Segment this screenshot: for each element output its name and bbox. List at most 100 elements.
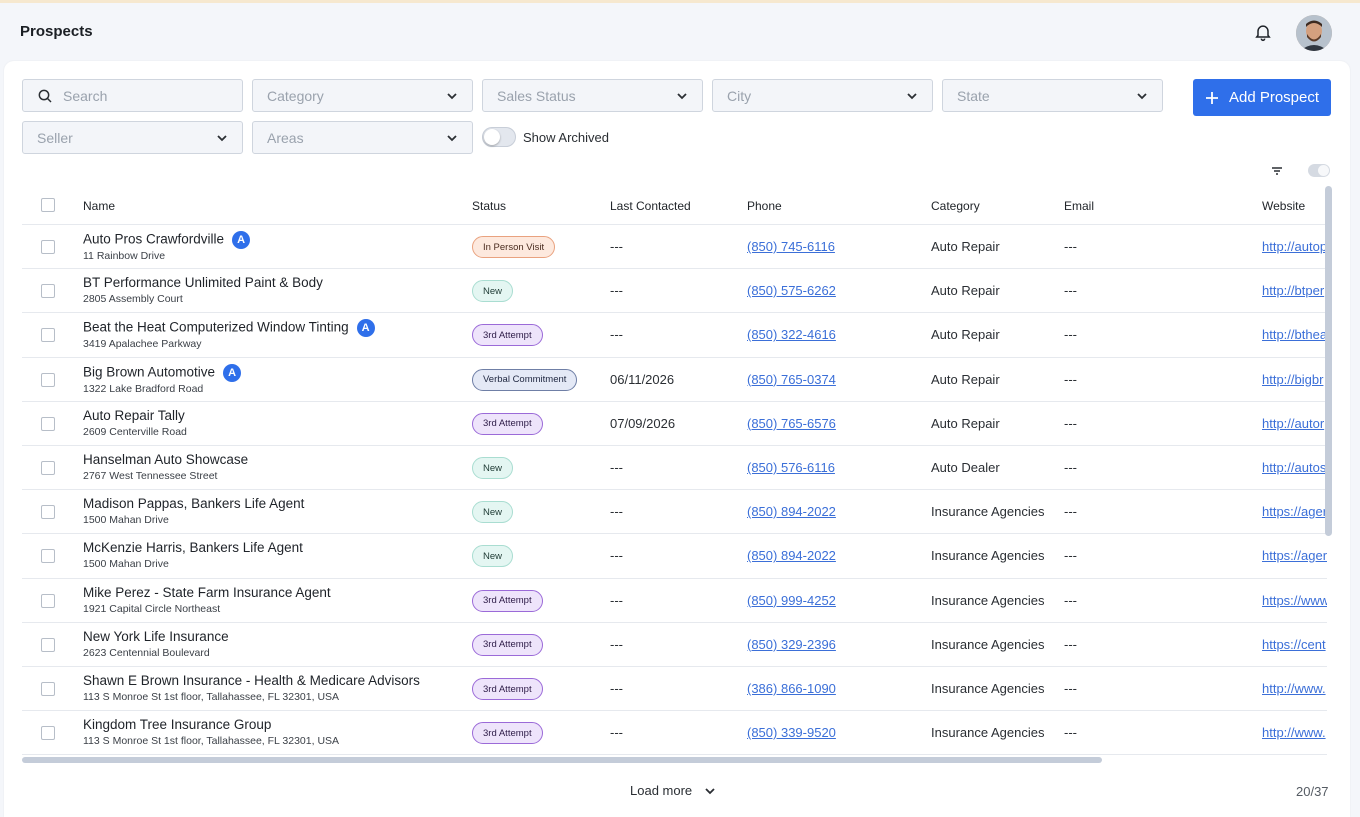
row-checkbox[interactable] (41, 372, 55, 387)
load-more-button[interactable]: Load more (630, 783, 716, 798)
areas-select[interactable]: Areas (252, 121, 473, 154)
table-row[interactable]: Auto Repair Tally 2609 Centerville Road 3r… (22, 402, 1327, 446)
website-link[interactable]: https://cent (1262, 637, 1326, 652)
row-checkbox[interactable] (41, 637, 55, 652)
search-input[interactable] (63, 87, 213, 104)
phone-link[interactable]: (850) 765-0374 (747, 372, 836, 387)
prospect-name[interactable]: Kingdom Tree Insurance Group (83, 717, 271, 732)
row-checkbox[interactable] (41, 505, 55, 520)
website-link[interactable]: https://www (1262, 593, 1327, 608)
vertical-scrollbar[interactable] (1325, 186, 1332, 536)
website-link[interactable]: http://btper (1262, 283, 1324, 298)
website-link[interactable]: http://www. (1262, 681, 1326, 696)
row-checkbox[interactable] (41, 593, 55, 608)
website-link[interactable]: https://ager (1262, 504, 1327, 519)
prospect-name[interactable]: Hanselman Auto Showcase (83, 452, 248, 467)
avatar[interactable] (1296, 15, 1332, 51)
filter-icon[interactable] (1271, 165, 1283, 177)
website-link[interactable]: http://bthea (1262, 327, 1327, 342)
horizontal-scrollbar[interactable] (22, 757, 1102, 763)
row-checkbox[interactable] (41, 240, 55, 254)
prospect-name[interactable]: BT Performance Unlimited Paint & Body (83, 275, 323, 290)
row-checkbox[interactable] (41, 328, 55, 343)
prospect-name[interactable]: Auto Repair Tally (83, 408, 185, 423)
prospect-name[interactable]: Madison Pappas, Bankers Life Agent (83, 496, 304, 511)
last-contacted: --- (610, 681, 623, 696)
category-value: Auto Repair (931, 327, 1000, 343)
table-row[interactable]: Beat the Heat Computerized Window Tintin… (22, 313, 1327, 358)
website-link[interactable]: http://autos (1262, 460, 1326, 475)
column-header-last-contacted[interactable]: Last Contacted (610, 199, 691, 213)
table-row[interactable]: Hanselman Auto Showcase 2767 West Tenness… (22, 446, 1327, 491)
website-link[interactable]: http://autop (1262, 239, 1327, 254)
table-row[interactable]: Madison Pappas, Bankers Life Agent 1500 M… (22, 490, 1327, 535)
column-header-status[interactable]: Status (472, 199, 506, 213)
row-checkbox[interactable] (41, 284, 55, 299)
phone-link[interactable]: (850) 894-2022 (747, 504, 836, 519)
table-row[interactable]: Kingdom Tree Insurance Group 113 S Monroe… (22, 711, 1327, 756)
category-select[interactable]: Category (252, 79, 473, 112)
last-contacted: 06/11/2026 (610, 371, 675, 387)
row-checkbox[interactable] (41, 416, 55, 431)
table-row[interactable]: Big Brown Automotive A 1322 Lake Bradford … (22, 358, 1327, 402)
seller-select[interactable]: Seller (22, 121, 243, 154)
row-checkbox[interactable] (41, 549, 55, 564)
row-checkbox[interactable] (41, 461, 55, 475)
prospect-name[interactable]: Big Brown Automotive (83, 364, 215, 379)
table-row[interactable]: Shawn E Brown Insurance - Health & Medic… (22, 667, 1327, 712)
city-select[interactable]: City (712, 79, 933, 112)
table-row[interactable]: New York Life Insurance 2623 Centennial B… (22, 623, 1327, 667)
phone-link[interactable]: (850) 576-6116 (747, 460, 835, 475)
phone-link[interactable]: (850) 322-4616 (747, 327, 836, 342)
website-link[interactable]: https://ager (1262, 548, 1327, 563)
state-select[interactable]: State (942, 79, 1163, 112)
show-archived-toggle[interactable] (482, 127, 516, 147)
add-prospect-button[interactable]: Add Prospect (1193, 79, 1331, 116)
table-row[interactable]: BT Performance Unlimited Paint & Body 280… (22, 269, 1327, 314)
prospect-name[interactable]: Beat the Heat Computerized Window Tintin… (83, 320, 349, 335)
category-value: Auto Repair (931, 283, 1000, 299)
column-header-category[interactable]: Category (931, 199, 980, 213)
column-header-website[interactable]: Website (1262, 199, 1305, 213)
column-header-phone[interactable]: Phone (747, 199, 782, 213)
row-checkbox[interactable] (41, 726, 55, 741)
bell-icon[interactable] (1253, 22, 1273, 42)
website-link[interactable]: http://autor (1262, 416, 1324, 431)
prospect-name[interactable]: Shawn E Brown Insurance - Health & Medic… (83, 673, 420, 688)
column-header-name[interactable]: Name (83, 199, 115, 213)
status-badge: In Person Visit (472, 236, 556, 258)
plus-icon (1205, 91, 1218, 104)
website-link[interactable]: http://bigbr (1262, 372, 1323, 387)
phone-link[interactable]: (386) 866-1090 (747, 681, 836, 696)
phone-link[interactable]: (850) 575-6262 (747, 283, 836, 298)
table-row[interactable]: McKenzie Harris, Bankers Life Agent 1500 … (22, 534, 1327, 579)
phone-link[interactable]: (850) 745-6116 (747, 239, 835, 254)
category-value: Insurance Agencies (931, 681, 1045, 696)
phone-link[interactable]: (850) 329-2396 (747, 637, 836, 652)
phone-link[interactable]: (850) 999-4252 (747, 593, 836, 608)
status-badge: 3rd Attempt (472, 324, 543, 347)
search-field[interactable] (22, 79, 243, 112)
row-checkbox[interactable] (41, 682, 55, 696)
prospect-name[interactable]: New York Life Insurance (83, 629, 229, 644)
prospect-name-cell: McKenzie Harris, Bankers Life Agent (83, 540, 303, 555)
column-header-email[interactable]: Email (1064, 199, 1094, 213)
prospect-name[interactable]: Auto Pros Crawfordville (83, 231, 224, 246)
prospect-name[interactable]: Mike Perez - State Farm Insurance Agent (83, 585, 331, 600)
last-contacted: --- (610, 460, 623, 475)
website-link[interactable]: http://www. (1262, 725, 1326, 740)
prospect-name[interactable]: McKenzie Harris, Bankers Life Agent (83, 540, 303, 555)
status-badge: 3rd Attempt (472, 633, 543, 656)
status-badge: 3rd Attempt (472, 589, 543, 612)
phone-link[interactable]: (850) 894-2022 (747, 548, 836, 563)
table-row[interactable]: Mike Perez - State Farm Insurance Agent 1… (22, 579, 1327, 623)
phone-link[interactable]: (850) 339-9520 (747, 725, 836, 740)
chevron-down-icon (705, 787, 715, 794)
prospect-name-cell: Hanselman Auto Showcase (83, 452, 248, 467)
table-row[interactable]: Auto Pros Crawfordville A 11 Rainbow Drive… (22, 225, 1327, 270)
view-toggle[interactable] (1308, 164, 1330, 177)
phone-link[interactable]: (850) 765-6576 (747, 416, 836, 431)
select-all-checkbox[interactable] (41, 198, 55, 212)
load-more-label: Load more (630, 783, 693, 798)
sales-status-select[interactable]: Sales Status (482, 79, 703, 112)
